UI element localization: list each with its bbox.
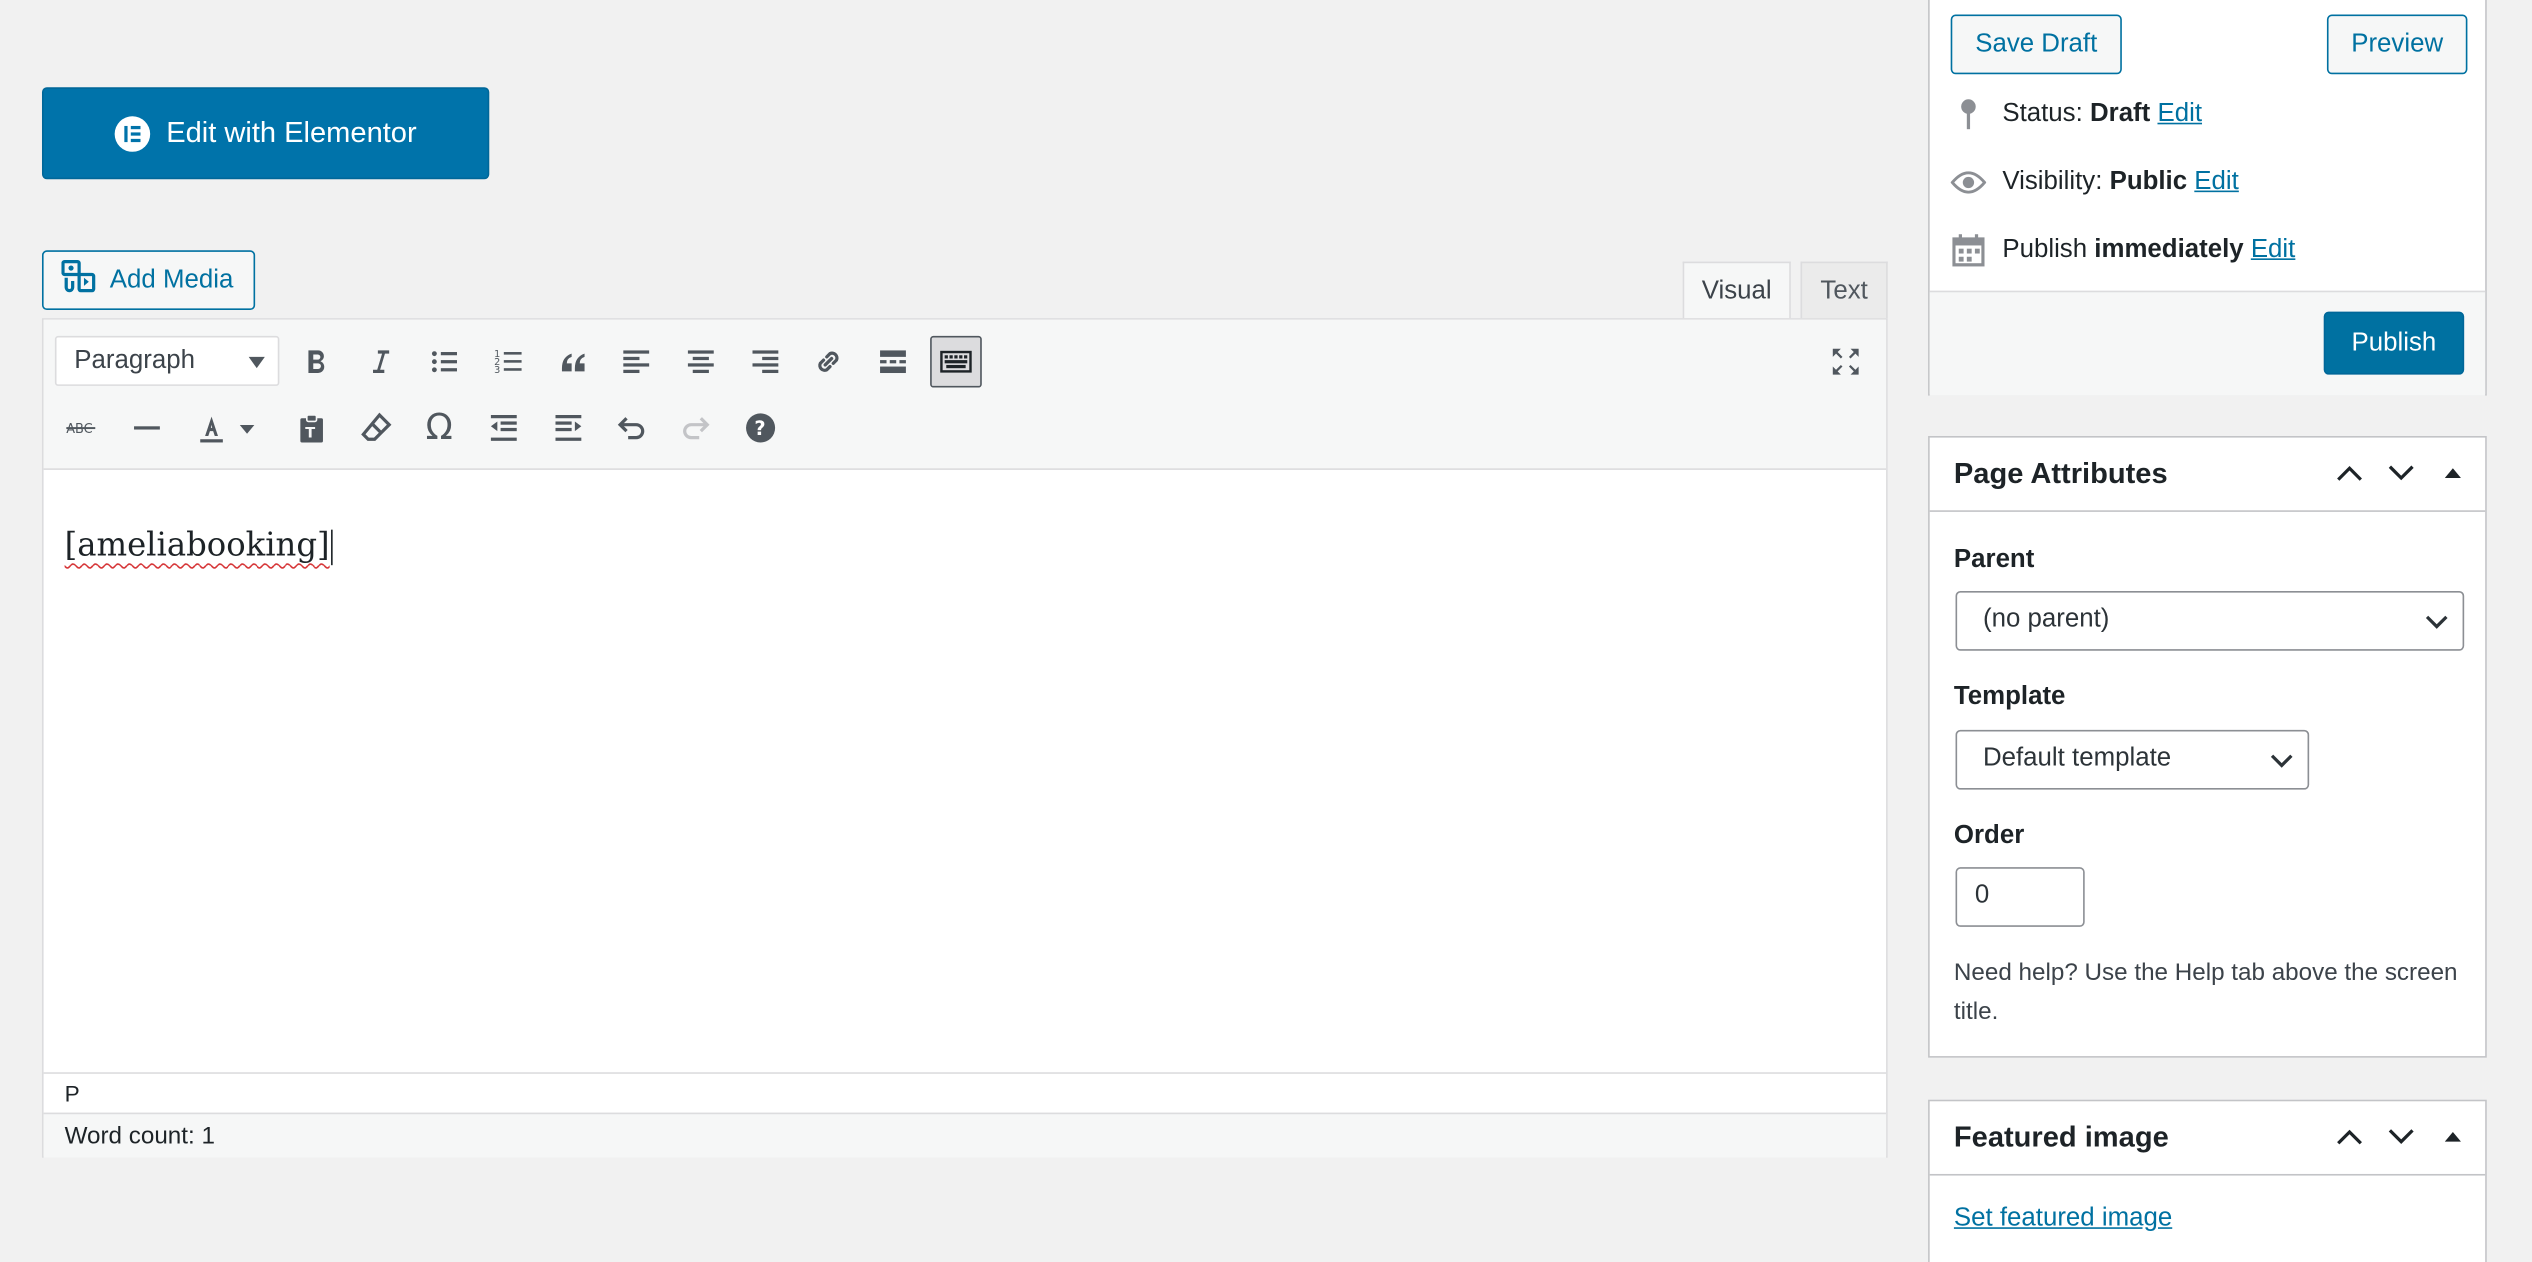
chevron-down-icon — [2425, 615, 2448, 629]
edit-with-elementor-label: Edit with Elementor — [166, 116, 417, 149]
elementor-icon — [114, 115, 151, 151]
editor-content[interactable]: [ameliabooking] — [44, 470, 1886, 1072]
publish-time-row: Publish immediately Edit — [1951, 233, 2296, 269]
status-value: Draft — [2089, 100, 2151, 128]
format-select[interactable]: Paragraph — [54, 335, 280, 386]
align-left-icon[interactable] — [610, 336, 662, 388]
fullscreen-icon[interactable] — [1820, 336, 1872, 388]
template-select-value: Default template — [1982, 744, 2172, 772]
parent-select-value: (no parent) — [1982, 605, 2110, 634]
parent-label: Parent — [1953, 545, 2035, 574]
bullet-list-icon[interactable] — [418, 336, 470, 388]
clear-formatting-icon[interactable] — [350, 402, 402, 454]
visibility-label: Visibility: — [2002, 167, 2103, 196]
visibility-row: Visibility: Public Edit — [1950, 165, 2239, 201]
publish-box: Save Draft Preview Status: Draft Edit Vi… — [1928, 0, 2487, 396]
publish-actions: Publish — [1929, 290, 2486, 396]
caret-down-icon — [248, 356, 265, 369]
tab-visual[interactable]: Visual — [1682, 261, 1791, 320]
save-draft-button[interactable]: Save Draft — [1950, 14, 2122, 75]
featured-image-header: Featured image — [1929, 1101, 2486, 1176]
publish-label: Publish — [2002, 235, 2088, 264]
move-down-icon[interactable] — [2385, 1121, 2417, 1153]
blockquote-icon[interactable] — [547, 336, 599, 388]
special-character-icon[interactable]: Ω — [413, 402, 465, 454]
redo-icon[interactable] — [670, 402, 722, 454]
toolbar-toggle-icon[interactable] — [930, 335, 982, 388]
svg-text:?: ? — [754, 417, 765, 440]
collapse-icon[interactable] — [2437, 1121, 2469, 1153]
edit-publish-time-link[interactable]: Edit — [2251, 236, 2296, 263]
strikethrough-icon[interactable]: ABC — [57, 402, 109, 454]
link-icon[interactable] — [803, 336, 855, 388]
move-up-icon[interactable] — [2333, 1121, 2365, 1153]
align-right-icon[interactable] — [740, 336, 792, 388]
format-select-value: Paragraph — [74, 347, 195, 375]
edit-status-link[interactable]: Edit — [2157, 100, 2202, 127]
featured-image-title: Featured image — [1953, 1120, 2169, 1153]
editor-text: [ameliabooking] — [64, 524, 330, 564]
undo-icon[interactable] — [606, 402, 658, 454]
pin-icon — [1951, 97, 1987, 133]
indent-icon[interactable] — [543, 402, 595, 454]
help-text: Need help? Use the Help tab above the sc… — [1953, 959, 2458, 1026]
content-editor: Paragraph 123 ABC T Ω ? [ameliabooking] … — [41, 318, 1888, 1158]
horizontal-line-icon[interactable] — [121, 402, 173, 454]
edit-with-elementor-button[interactable]: Edit with Elementor — [41, 87, 490, 180]
svg-text:ABC: ABC — [66, 422, 92, 437]
featured-image-box: Featured image Set featured image — [1928, 1099, 2487, 1262]
edit-visibility-link[interactable]: Edit — [2194, 168, 2239, 195]
visibility-value: Public — [2109, 167, 2188, 196]
align-center-icon[interactable] — [675, 336, 727, 388]
calendar-icon — [1951, 233, 1987, 269]
read-more-icon[interactable] — [867, 336, 919, 388]
preview-button[interactable]: Preview — [2326, 14, 2468, 75]
bold-icon[interactable] — [291, 336, 343, 388]
template-select[interactable]: Default template — [1955, 729, 2310, 790]
collapse-icon[interactable] — [2437, 457, 2469, 489]
template-label: Template — [1953, 683, 2066, 711]
set-featured-image-link[interactable]: Set featured image — [1954, 1205, 2172, 1234]
page-attributes-header: Page Attributes — [1929, 438, 2486, 512]
chevron-down-icon — [2270, 754, 2293, 768]
tab-text[interactable]: Text — [1800, 261, 1888, 320]
add-media-label: Add Media — [109, 265, 234, 294]
order-input[interactable]: 0 — [1955, 867, 2085, 927]
numbered-list-icon[interactable]: 123 — [483, 336, 535, 388]
post-status-row: Status: Draft Edit — [1951, 97, 2202, 133]
publish-button[interactable]: Publish — [2323, 311, 2465, 375]
paste-as-text-icon[interactable]: T — [286, 402, 338, 454]
element-path[interactable]: P — [43, 1072, 1887, 1112]
eye-icon — [1950, 165, 1987, 201]
word-count: Word count: 1 — [43, 1112, 1887, 1158]
editor-toolbar: Paragraph 123 ABC T Ω ? — [43, 319, 1887, 470]
order-label: Order — [1953, 821, 2025, 850]
help-icon[interactable]: ? — [735, 402, 787, 454]
text-color-dropdown-icon[interactable] — [233, 402, 262, 454]
text-color-icon[interactable] — [186, 402, 238, 454]
move-up-icon[interactable] — [2333, 457, 2365, 489]
svg-text:T: T — [305, 426, 315, 442]
text-cursor — [331, 528, 333, 565]
publish-value: immediately — [2094, 235, 2244, 264]
parent-select[interactable]: (no parent) — [1955, 591, 2465, 651]
media-icon — [61, 258, 97, 302]
move-down-icon[interactable] — [2385, 457, 2417, 489]
page-attributes-box: Page Attributes Parent (no parent) Templ… — [1928, 435, 2487, 1058]
svg-text:3: 3 — [494, 365, 500, 376]
page-attributes-title: Page Attributes — [1953, 456, 2168, 490]
status-label: Status: — [2002, 100, 2083, 128]
outdent-icon[interactable] — [478, 402, 530, 454]
italic-icon[interactable] — [354, 336, 406, 388]
add-media-button[interactable]: Add Media — [41, 250, 256, 311]
